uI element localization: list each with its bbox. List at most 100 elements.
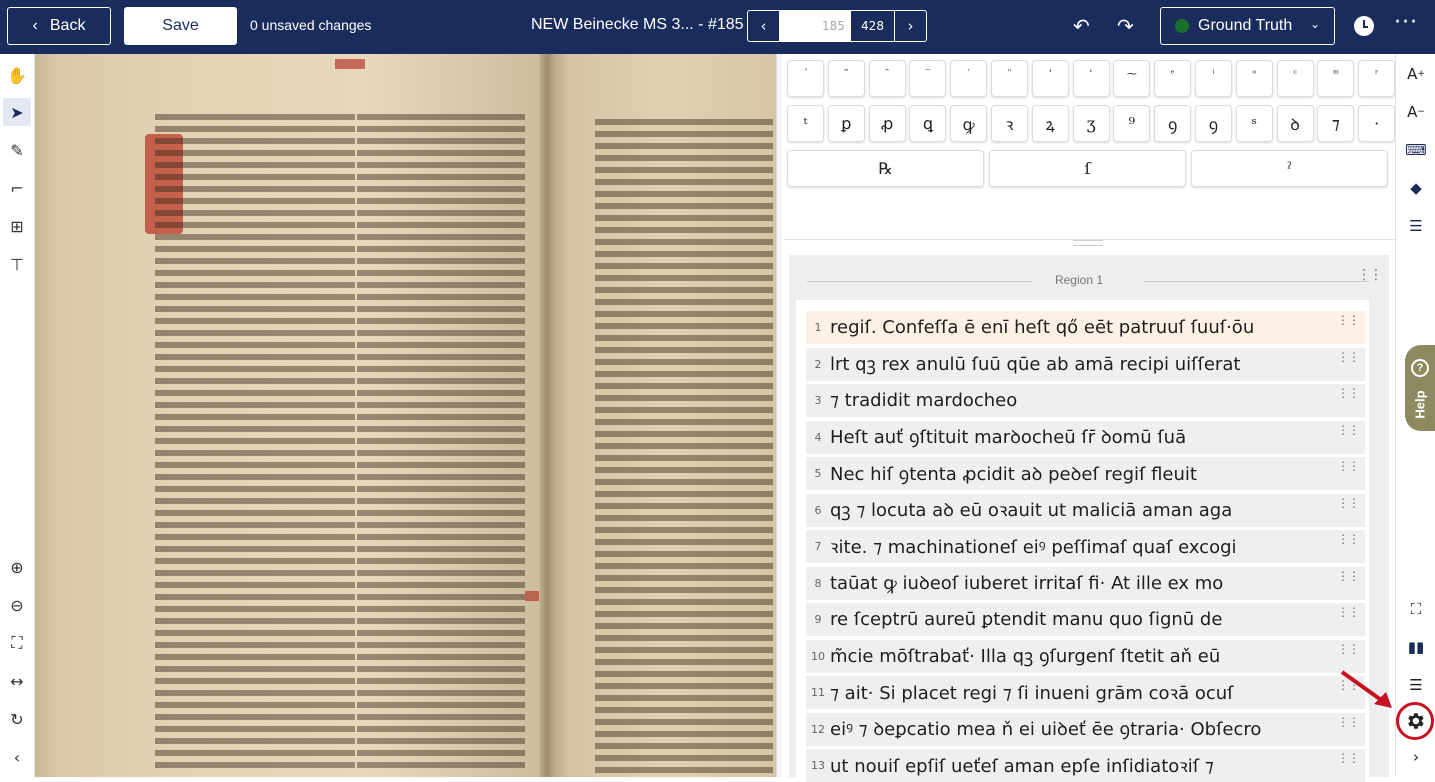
line-text[interactable]: re ſceptrū aureū ꝑtendit manu quo ſignū … (830, 609, 1222, 630)
keyboard-key[interactable]: ꝙ (950, 105, 988, 142)
region-drag-handle-icon[interactable]: ⋮⋮ (1357, 268, 1383, 282)
keyboard-key[interactable]: ᶜ (1276, 60, 1314, 97)
settings-button[interactable] (1396, 702, 1434, 740)
line-text[interactable]: Heſt auť ꝯſtituit marꝺocheū ſr̄ ꝺomū ſuā (830, 425, 1186, 449)
version-select[interactable]: Ground Truth ⌄ (1160, 7, 1335, 45)
line-text[interactable]: eiꝰ ⁊ ꝺeꝑcatio mea ň ei uiꝺeť ēe ꝯtraria… (830, 717, 1261, 741)
keyboard-key[interactable]: ꝑ (827, 105, 865, 142)
keyboard-key[interactable]: ˜ (827, 60, 865, 97)
keyboard-icon[interactable]: ⌨ (1402, 136, 1430, 164)
region-icon[interactable]: ⊞ (3, 212, 31, 240)
keyboard-key[interactable]: ꝓ (868, 105, 906, 142)
line-text[interactable]: Nec hiſ ꝯtenta ꝓcidit aꝺ peꝺeſ regiſ fle… (830, 462, 1197, 486)
transcription-line[interactable]: 9 re ſceptrū aureū ꝑtendit manu quo ſignū… (806, 603, 1365, 636)
keyboard-key[interactable]: ᵗ (787, 105, 824, 142)
keyboard-key[interactable]: ‾ (909, 60, 947, 97)
keyboard-key[interactable]: ᵐ (1317, 60, 1355, 97)
collapse-right-icon[interactable]: › (1402, 743, 1430, 771)
keyboard-key[interactable]: ´ (787, 60, 824, 97)
keyboard-key[interactable]: ꝛ (991, 105, 1028, 142)
drag-handle-icon[interactable]: ⋮⋮ (1337, 533, 1360, 545)
transcription-line[interactable]: 11 ⁊ ait· Si placet regi ⁊ ſi inueni grām… (806, 676, 1365, 709)
drag-handle-icon[interactable]: ⋮⋮ (1337, 716, 1360, 728)
back-button[interactable]: ‹ Back (7, 7, 111, 45)
baseline-icon[interactable]: ⊤ (3, 250, 31, 278)
line-text[interactable]: m̃cie mōſtrabať· Illa qꝫ ꝯſurgenſ ſtetit… (830, 644, 1220, 668)
drag-handle-icon[interactable]: ⋮⋮ (1337, 460, 1360, 472)
keyboard-key[interactable]: ʳ (1358, 60, 1396, 97)
keyboard-key[interactable]: ⁓ (1113, 60, 1151, 97)
keyboard-key[interactable]: ꝯ (1195, 105, 1232, 142)
keyboard-key[interactable]: ᵉ (1154, 60, 1192, 97)
line-text[interactable]: ut nouiſ epſiſ ueťeſ aman epſe inſidiato… (830, 754, 1214, 778)
transcription-line[interactable]: 12 eiꝰ ⁊ ꝺeꝑcatio mea ň ei uiꝺeť ēe ꝯtrar… (806, 712, 1365, 746)
keyboard-key[interactable]: ʒ (1072, 105, 1110, 142)
drag-handle-icon[interactable]: ⋮⋮ (1337, 606, 1360, 618)
crop-icon[interactable]: ⌐ (3, 174, 31, 202)
tag-icon[interactable]: ◆ (1402, 174, 1430, 202)
transcription-line[interactable]: 1 regiſ. Confeſſa ē enī heſt qő eēt patru… (806, 311, 1365, 344)
line-text[interactable]: ꝛite. ⁊ machinationeſ eiꝰ peſſimaſ quaſ … (830, 535, 1237, 559)
next-page-button[interactable]: › (895, 11, 926, 41)
drag-handle-icon[interactable]: ⋮⋮ (1337, 643, 1360, 655)
fit-width-icon[interactable]: ↔ (3, 667, 31, 695)
font-increase-icon[interactable]: A + (1402, 60, 1430, 88)
zoom-out-icon[interactable]: ⊖ (3, 591, 31, 619)
font-decrease-icon[interactable]: A − (1402, 98, 1430, 126)
line-text[interactable]: qꝫ ⁊ locuta aꝺ eū oꝛauit ut maliciā aman… (830, 498, 1232, 522)
history-clock-icon[interactable] (1354, 16, 1374, 36)
help-tab[interactable]: ? Help (1405, 345, 1435, 431)
transcription-line[interactable]: 5 Nec hiſ ꝯtenta ꝓcidit aꝺ peꝺeſ regiſ fl… (806, 457, 1365, 490)
keyboard-key[interactable]: ʾ (1072, 60, 1110, 97)
stacked-layout-icon[interactable]: ☰ (1402, 671, 1430, 699)
pointer-icon[interactable]: ➤ (3, 98, 31, 126)
previous-page-button[interactable]: ‹ (748, 11, 779, 41)
keyboard-key[interactable]: ⁱ (1195, 60, 1232, 97)
pen-icon[interactable]: ✎ (3, 136, 31, 164)
keyboard-key[interactable]: ᵒ (1235, 60, 1273, 97)
line-text[interactable]: ⁊ tradidit mardocheo (830, 390, 1017, 411)
fit-icon[interactable]: ⛶ (3, 629, 31, 657)
panel-resize-handle[interactable] (776, 54, 782, 777)
collapse-icon[interactable]: ‹ (3, 743, 31, 771)
side-by-side-layout-icon[interactable]: ▮▮ (1402, 633, 1430, 661)
keyboard-key[interactable]: ’ (1031, 60, 1069, 97)
more-options-icon[interactable]: ··· (1394, 10, 1418, 35)
line-text[interactable]: taūat ꝙ iuꝺeoſ iuberet irritaſ fi· At il… (830, 571, 1223, 595)
keyboard-key[interactable]: ¨ (991, 60, 1028, 97)
drag-handle-icon[interactable]: ⋮⋮ (1337, 351, 1360, 363)
transcription-line[interactable]: 6 qꝫ ⁊ locuta aꝺ eū oꝛauit ut maliciā ama… (806, 493, 1365, 527)
zoom-in-icon[interactable]: ⊕ (3, 553, 31, 581)
keyboard-key[interactable]: ſ (989, 150, 1186, 187)
redo-icon[interactable]: ↷ (1117, 14, 1134, 38)
undo-icon[interactable]: ↶ (1073, 14, 1090, 38)
transcription-line[interactable]: 10 m̃cie mōſtrabať· Illa qꝫ ꝯſurgenſ ſtet… (806, 639, 1365, 673)
fullscreen-icon[interactable]: ⛶ (1402, 595, 1430, 623)
split-resize-handle[interactable] (1073, 240, 1103, 246)
keyboard-key[interactable]: ˙ (950, 60, 988, 97)
line-text[interactable]: ⁊ ait· Si placet regi ⁊ ſi inueni grām c… (830, 681, 1234, 705)
manuscript-image-viewer[interactable] (35, 54, 776, 777)
drag-handle-icon[interactable]: ⋮⋮ (1337, 424, 1360, 436)
line-text[interactable]: lrt qꝫ rex anulū ſuū qūe ab amā recipi u… (830, 352, 1240, 376)
keyboard-key[interactable]: ¯ (868, 60, 906, 97)
keyboard-key[interactable]: ⁹ (1113, 105, 1151, 142)
rotate-icon[interactable]: ↻ (3, 705, 31, 733)
keyboard-key[interactable]: ⁊ (1317, 105, 1355, 142)
keyboard-key[interactable]: · (1358, 105, 1396, 142)
transcription-line[interactable]: 4 Heſt auť ꝯſtituit marꝺocheū ſr̄ ꝺomū ſu… (806, 420, 1365, 454)
transcription-line[interactable]: 2 lrt qꝫ rex anulū ſuū qūe ab amā recipi … (806, 347, 1365, 381)
drag-handle-icon[interactable]: ⋮⋮ (1337, 314, 1360, 326)
drag-handle-icon[interactable]: ⋮⋮ (1337, 752, 1360, 764)
hand-icon[interactable]: ✋ (3, 61, 31, 89)
keyboard-key[interactable]: ℞ (787, 150, 984, 187)
keyboard-key[interactable]: ꝯ (1154, 105, 1192, 142)
list-layout-icon[interactable]: ☰ (1402, 212, 1430, 240)
drag-handle-icon[interactable]: ⋮⋮ (1337, 387, 1360, 399)
transcription-line[interactable]: 3 ⁊ tradidit mardocheo ⋮⋮ (806, 384, 1365, 417)
keyboard-key[interactable]: ꝝ (1031, 105, 1069, 142)
keyboard-key[interactable]: ˀ (1191, 150, 1388, 187)
save-button[interactable]: Save (124, 7, 237, 45)
transcription-line[interactable]: 7 ꝛite. ⁊ machinationeſ eiꝰ peſſimaſ quaſ… (806, 530, 1365, 563)
keyboard-key[interactable]: ꝺ (1276, 105, 1314, 142)
